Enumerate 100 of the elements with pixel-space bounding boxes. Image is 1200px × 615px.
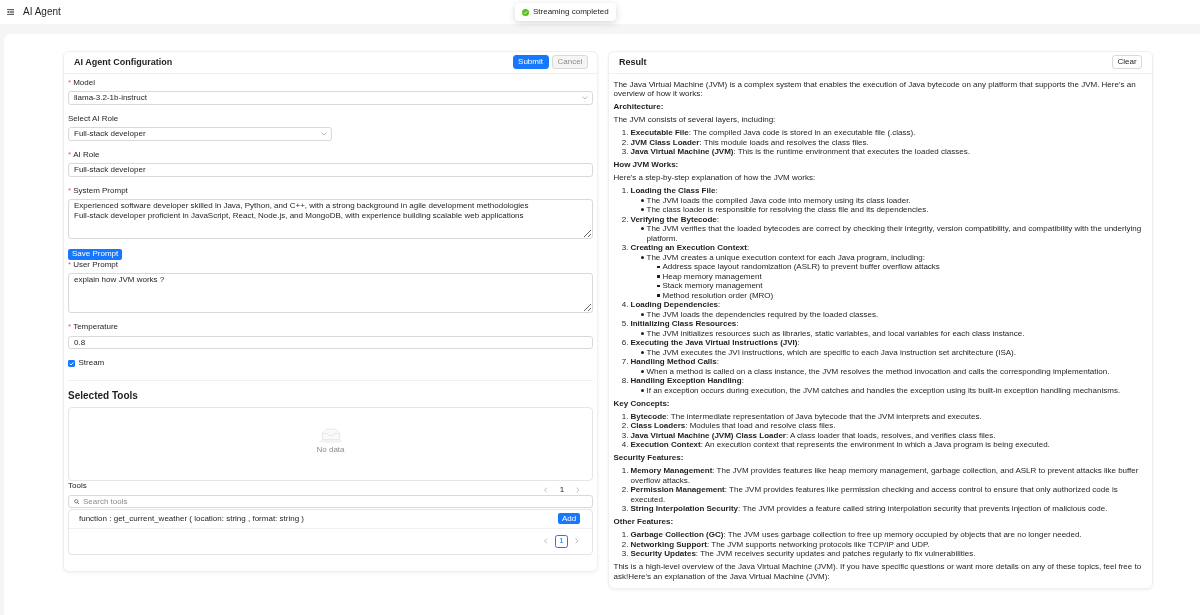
list-item-text: When a method is called on a class instance, the JVM resolves the method invocation and calls the corresponding implementation. [646, 366, 1110, 376]
menu-icon[interactable] [7, 9, 14, 15]
bullet-icon [640, 350, 644, 354]
panel-title: AI Agent Configuration [74, 57, 173, 67]
required-mark: * [68, 149, 72, 160]
list-item-text: Bytecode: The intermediate representation of Java bytecode that the JVM interprets and executes. [630, 411, 982, 421]
list-item-text: The JVM loads the compiled Java code into memory using its class loader. [646, 195, 911, 205]
clear-button[interactable]: Clear [1112, 55, 1142, 69]
list-item-text: Creating an Execution Context: [630, 243, 750, 253]
list-number: 5. [620, 319, 630, 329]
chevron-down-icon [321, 131, 327, 136]
panel-title: Result [619, 57, 647, 67]
bullet-icon [657, 275, 660, 278]
list-number: 3. [620, 504, 630, 514]
chevron-down-icon [582, 95, 588, 100]
list-item-text: The JVM creates a unique execution context for each Java program, including: [646, 252, 925, 262]
list-item-text: Networking Support: The JVM supports networking protocols like TCP/IP and UDP. [630, 539, 930, 549]
list-item-text: Heap memory management [662, 271, 762, 281]
list-item-text: Executing the Java Virtual Instructions (JVI): [630, 338, 800, 348]
list-item-text: Security Updates: The JVM receives security updates and patches regularly to fix vulnerabilities. [630, 549, 976, 559]
bullet-icon [640, 255, 644, 259]
list-number: 6. [620, 338, 630, 348]
paragraph: Here's a step-by-step explanation of how the JVM works: [613, 173, 817, 183]
bullet-icon [640, 388, 644, 392]
previous-page-button[interactable] [542, 485, 550, 494]
list-number: 2. [620, 421, 630, 431]
field-label: AI Role [73, 149, 100, 160]
list-number: 8. [620, 376, 630, 386]
checkbox[interactable] [68, 359, 75, 367]
list-number: 1. [620, 411, 630, 421]
empty-inbox-icon [318, 427, 343, 444]
user-prompt-textarea[interactable]: explain how JVM works ? [68, 273, 593, 313]
list-number: 3. [620, 147, 630, 157]
list-item-text: Permission Management: The JVM provides features like permission checking and access control to ensure that only authorized code is executed. [630, 485, 1119, 504]
chevron-right-icon [575, 538, 579, 544]
list-item-text: String Interpolation Security: The JVM provides a feature called string interpolation security that prevents injection of malicious code. [630, 504, 1108, 514]
list-number: 1. [620, 186, 630, 196]
required-mark: * [68, 185, 72, 196]
list-item-text: If an exception occurs during execution, the JVM catches and handles the exception using its built-in exception handling mechanisms. [646, 385, 1121, 395]
required-mark: * [68, 77, 72, 88]
list-item-text: Handling Exception Handling: [630, 376, 744, 386]
model-select[interactable]: llama-3.2-1b-instruct [68, 91, 593, 105]
list-item-text: Garbage Collection (GC): The JVM uses garbage collection to free up memory occupied by objects that are no longer needed. [630, 530, 1082, 540]
paragraph: The Java Virtual Machine (JVM) is a complex system that enables the execution of Java bytecode on any platform that supports the JVM. Here's an overview of how it works: [613, 79, 1137, 99]
bullet-icon [657, 265, 660, 268]
list-number: 7. [620, 357, 630, 367]
list-number: 1. [620, 466, 630, 476]
list-item-text: Handling Method Calls: [630, 357, 719, 367]
bullet-icon [640, 331, 644, 335]
bullet-icon [640, 312, 644, 316]
list-number: 4. [620, 440, 630, 450]
paragraph: The JVM consists of several layers, including: [613, 115, 777, 125]
save-prompt-button[interactable]: Save Prompt [68, 248, 123, 260]
next-page-button[interactable] [573, 536, 581, 546]
list-item-text: Class Loaders: Modules that load and resolve class files. [630, 421, 836, 431]
list-number: 4. [620, 300, 630, 310]
bullet-icon [640, 227, 644, 231]
paragraph: This is a high-level overview of the Java Virtual Machine (JVM). If you have specific questions or want more details on any of these topics, feel free to ask!Here's an explanation of the Java Virtual Machine (JVM): [613, 562, 1143, 581]
list-number: 1. [620, 128, 630, 138]
chevron-left-icon [544, 538, 548, 544]
field-label: Tools [68, 480, 87, 490]
role-select[interactable]: Full-stack developer [68, 127, 332, 141]
previous-page-button[interactable] [542, 536, 550, 546]
next-page-button[interactable] [574, 485, 582, 494]
list-item-text: Execution Context: An execution context that represents the environment in which a Java program is being executed. [630, 440, 1050, 450]
submit-button[interactable]: Submit [512, 55, 549, 69]
field-label: System Prompt [73, 185, 128, 196]
page-button[interactable]: 1 [555, 534, 568, 548]
temperature-input[interactable]: 0.8 [68, 335, 593, 349]
list-number: 3. [620, 243, 630, 253]
list-item-text: Stack memory management [662, 281, 763, 291]
list-item-text: Loading the Class File: [630, 186, 718, 196]
list-item-text: The class loader is responsible for resolving the class file and its dependencies. [646, 205, 929, 215]
list-item-text: Executable File: The compiled Java code is stored in an executable file (.class). [630, 128, 916, 138]
current-page-number: 1 [558, 485, 566, 494]
section-heading: Key Concepts: [613, 398, 671, 408]
list-item-text: The JVM verifies that the loaded bytecodes are correct by checking their integrity, version compatibility, and compatibility with the underlying platform. [646, 224, 1143, 243]
list-number: 2. [620, 137, 630, 147]
ai-role-input[interactable]: Full-stack developer [68, 163, 593, 177]
bullet-icon [657, 284, 660, 287]
section-heading: Architecture: [613, 102, 665, 112]
list-item-text: The JVM executes the JVI instructions, which are specific to each Java instruction set architecture (ISA). [646, 347, 1016, 357]
list-item-text: Memory Management: The JVM provides features like heap memory management, garbage collection, and ASLR to prevent attacks like buffer overflow attacks. [630, 466, 1140, 485]
list-item-text: The JVM initializes resources such as libraries, static variables, and local variables for each class instance. [646, 328, 1025, 338]
bullet-icon [640, 369, 644, 373]
checkbox-label: Stream [78, 359, 105, 367]
section-heading: Security Features: [613, 453, 685, 463]
list-item-text: Verifying the Bytecode: [630, 214, 719, 224]
list-number: 3. [620, 549, 630, 559]
system-prompt-textarea[interactable]: Experienced software developer skilled in Java, Python, and C++, with a strong background in agile development methodologies Full-stack developer proficient in JavaScript, React, Node.js, and MongoDB, with experience building scalable web applications [68, 199, 593, 239]
tool-signature: function : get_current_weather ( location: string , format: string ) [79, 514, 304, 523]
required-mark: * [68, 259, 72, 270]
section-heading: Other Features: [613, 517, 675, 527]
add-button[interactable]: Add [558, 513, 580, 524]
list-number: 3. [620, 430, 630, 440]
list-item-text: Address space layout randomization (ASLR) to prevent buffer overflow attacks [662, 262, 940, 272]
chevron-right-icon [576, 486, 580, 493]
search-field[interactable]: Search tools [68, 494, 593, 508]
list-item-text: JVM Class Loader: This module loads and resolves the class files. [630, 137, 869, 147]
field-label: Model [73, 77, 95, 88]
